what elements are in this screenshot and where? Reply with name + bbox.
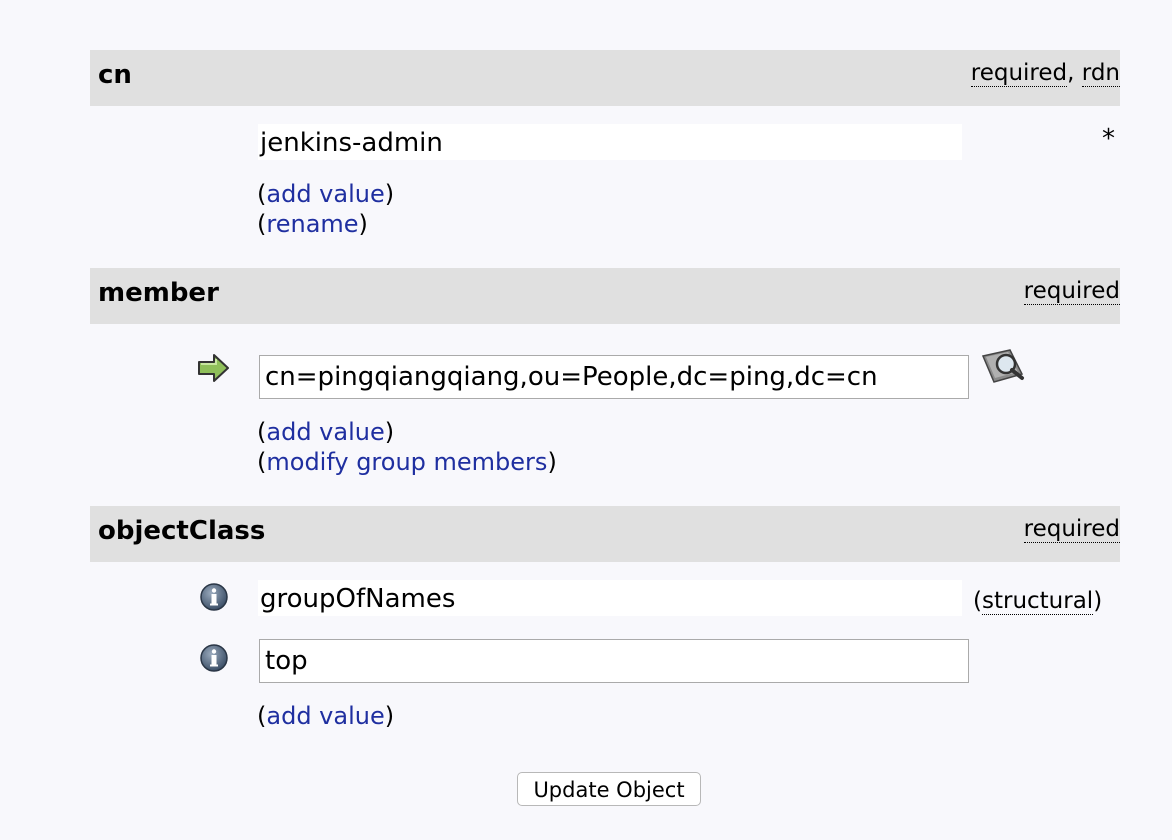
required-hint: required xyxy=(1023,516,1120,543)
update-object-button[interactable]: Update Object xyxy=(517,772,701,806)
attribute-name: cn xyxy=(98,60,132,90)
parenthesis: ( xyxy=(257,180,267,208)
attribute-header-cn: cn required, rdn xyxy=(90,50,1120,106)
parenthesis: ) xyxy=(547,448,557,476)
parenthesis: ( xyxy=(973,588,982,614)
modify-group-members-link[interactable]: modify group members xyxy=(266,448,547,476)
add-value-link[interactable]: add value xyxy=(266,702,384,730)
required-marker: * xyxy=(1102,124,1115,154)
required-hint: required xyxy=(970,60,1068,87)
link-line: (add value) xyxy=(257,418,394,446)
structural-hint: structural xyxy=(981,588,1094,615)
member-value-input[interactable]: cn=pingqiangqiang,ou=People,dc=ping,dc=c… xyxy=(259,355,969,399)
parenthesis: ) xyxy=(384,702,395,730)
attribute-header-objectclass: objectClass required xyxy=(90,506,1120,562)
parenthesis: ( xyxy=(257,210,267,238)
hint-separator: , xyxy=(1067,60,1082,86)
parenthesis: ) xyxy=(384,180,395,208)
parenthesis: ) xyxy=(384,418,395,446)
value-note: (structural) xyxy=(973,588,1103,615)
required-hint: required xyxy=(1023,278,1120,305)
attribute-header-member: member required xyxy=(90,268,1120,324)
add-value-link[interactable]: add value xyxy=(266,180,384,208)
attribute-name: objectClass xyxy=(98,516,266,546)
objectclass-value: groupOfNames xyxy=(258,580,962,616)
parenthesis: ( xyxy=(257,448,267,476)
link-line: (add value) xyxy=(257,180,394,208)
parenthesis: ) xyxy=(358,210,368,238)
link-line: (rename) xyxy=(257,210,368,238)
attribute-hint: required xyxy=(1023,268,1120,314)
rdn-hint: rdn xyxy=(1081,60,1120,87)
parenthesis: ( xyxy=(257,702,267,730)
link-line: (modify group members) xyxy=(257,448,557,476)
link-line: (add value) xyxy=(257,702,394,730)
magnifier-icon[interactable] xyxy=(980,346,1030,390)
objectclass-value-input[interactable]: top xyxy=(259,639,969,683)
info-icon[interactable] xyxy=(199,643,229,677)
attribute-name: member xyxy=(98,278,219,308)
attribute-hint: required xyxy=(1023,506,1120,552)
add-value-link[interactable]: add value xyxy=(266,418,384,446)
parenthesis: ( xyxy=(257,418,267,446)
info-icon[interactable] xyxy=(199,582,229,616)
right-arrow-icon[interactable] xyxy=(197,352,231,388)
rename-link[interactable]: rename xyxy=(266,210,358,238)
attribute-hint: required, rdn xyxy=(970,50,1120,96)
parenthesis: ) xyxy=(1093,588,1103,614)
cn-value: jenkins-admin xyxy=(258,124,962,160)
